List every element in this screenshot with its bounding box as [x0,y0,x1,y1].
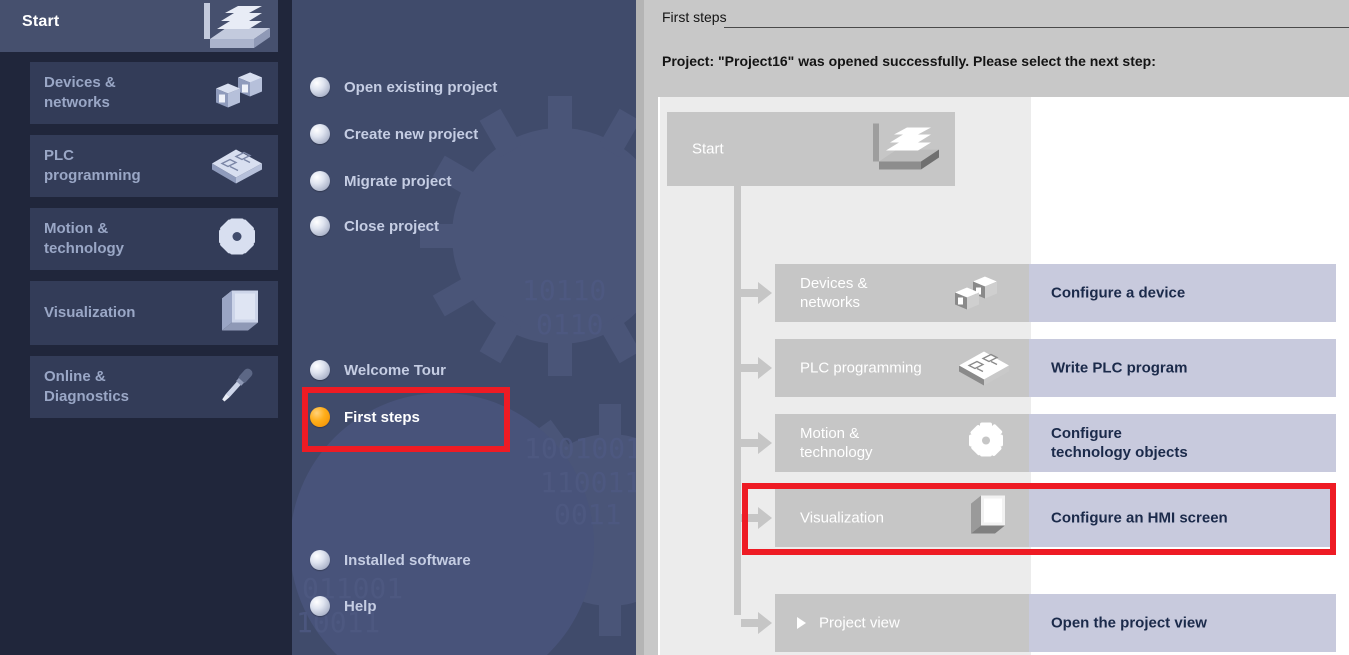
visualization-icon [206,285,268,342]
action-label: Open existing project [344,78,498,96]
action-label: Help [344,597,377,615]
middle-panel-scrollbar[interactable] [636,0,644,655]
motion-technology-icon [959,419,1013,468]
bullet-icon [310,171,330,191]
flow-node-box[interactable]: Devices & networks [775,264,1029,322]
sidebar-item-visualization[interactable]: Visualization [30,281,278,345]
devices-networks-icon [955,269,1013,318]
action-first-steps[interactable]: First steps [310,403,420,431]
flow-node-label: Start [692,140,724,158]
action-label: Installed software [344,551,471,569]
nav-item-list: Devices & networks PLC programming Motio… [30,62,278,429]
nav-header-start[interactable]: Start [0,0,278,52]
flow-action-label: Open the project view [1051,614,1207,632]
action-open-existing-project[interactable]: Open existing project [310,73,497,101]
tia-portal-start-screen: Start Devices & networks PLC programming… [0,0,1349,655]
flow-node-box[interactable]: Visualization [775,489,1029,547]
page-title: First steps [662,9,727,25]
flow-action-box[interactable]: Configure a device [1029,264,1336,322]
flow-node-label: Motion & technology [800,424,873,461]
action-migrate-project[interactable]: Migrate project [310,167,452,195]
sidebar-item-devices-networks[interactable]: Devices & networks [30,62,278,124]
sidebar-item-online-diagnostics[interactable]: Online & Diagnostics [30,356,278,418]
flow-node-start[interactable]: Start [667,112,955,186]
bullet-icon [310,124,330,144]
flow-arrow-icon [741,505,773,531]
action-help[interactable]: Help [310,592,377,620]
bullet-icon [310,596,330,616]
sidebar-item-label: Motion & technology [44,220,125,257]
flow-action-label: Configure a device [1051,284,1186,302]
flow-arrow-icon [741,355,773,381]
flow-action-label: Write PLC program [1051,359,1188,377]
left-navigation-panel: Start Devices & networks PLC programming… [0,0,292,655]
plc-programming-icon [206,140,268,193]
action-installed-software[interactable]: Installed software [310,546,471,574]
visualization-icon [957,492,1013,545]
bullet-icon [310,77,330,97]
flow-node-label: Project view [819,614,900,632]
flow-node-box[interactable]: Motion & technology [775,414,1029,472]
sidebar-item-label: PLC programming [44,147,141,184]
action-label: Migrate project [344,172,452,190]
flow-arrow-icon [741,430,773,456]
bullet-icon [310,216,330,236]
online-diagnostics-icon [206,361,268,414]
flow-arrow-icon [741,280,773,306]
first-steps-content-panel: First steps Project: "Project16" was ope… [644,0,1349,655]
action-label: Create new project [344,125,479,143]
devices-networks-icon [206,67,268,120]
action-label: Welcome Tour [344,361,446,379]
action-label: Close project [344,217,440,235]
bullet-icon-active [310,407,330,427]
first-steps-flow: Start Devices & networks Configure a dev… [658,97,1349,655]
flow-node-label: PLC programming [800,359,922,377]
actions-panel: 1001001 110011 0011 011001 10011 10110 0… [292,0,644,655]
title-rule [724,27,1349,28]
flow-action-box[interactable]: Open the project view [1029,594,1336,652]
flow-arrow-icon [741,610,773,636]
action-create-new-project[interactable]: Create new project [310,120,478,148]
flow-action-label: Configure an HMI screen [1051,509,1228,527]
start-portal-icon [190,0,272,54]
flow-action-box[interactable]: Configure technology objects [1029,414,1336,472]
action-welcome-tour[interactable]: Welcome Tour [310,356,446,384]
page-subtitle: Project: "Project16" was opened successf… [662,53,1156,69]
nav-header-label: Start [22,13,60,30]
bullet-icon [310,360,330,380]
flow-action-box[interactable]: Configure an HMI screen [1029,489,1336,547]
bullet-icon [310,550,330,570]
chevron-right-icon [797,617,806,629]
flow-node-label: Devices & networks [800,274,868,311]
flow-action-label: Configure technology objects [1051,424,1188,461]
motion-technology-icon [206,213,268,266]
action-close-project[interactable]: Close project [310,212,439,240]
flow-node-box[interactable]: PLC programming [775,339,1029,397]
start-portal-icon [857,118,943,181]
action-label: First steps [344,408,420,426]
sidebar-item-label: Visualization [44,304,136,322]
flow-connector-line [734,186,741,615]
action-list: Open existing project Create new project… [292,0,644,655]
flow-node-label: Visualization [800,509,884,527]
sidebar-item-label: Devices & networks [44,74,116,111]
plc-programming-icon [955,344,1013,393]
flow-action-box[interactable]: Write PLC program [1029,339,1336,397]
sidebar-item-plc-programming[interactable]: PLC programming [30,135,278,197]
sidebar-item-motion-technology[interactable]: Motion & technology [30,208,278,270]
flow-node-box[interactable]: Project view [775,594,1029,652]
sidebar-item-label: Online & Diagnostics [44,368,130,405]
